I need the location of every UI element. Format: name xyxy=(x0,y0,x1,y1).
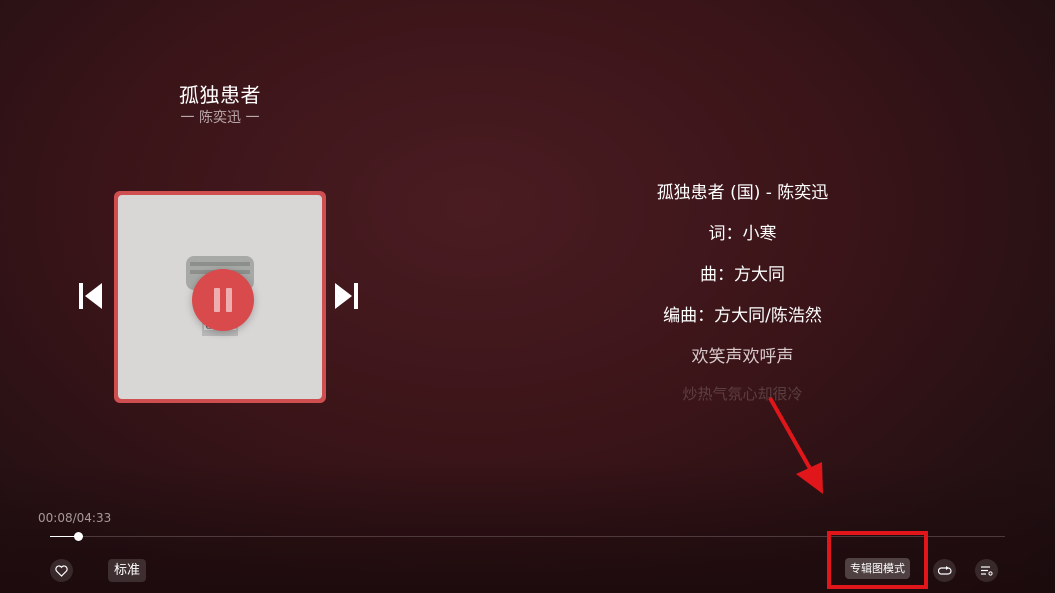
quality-button[interactable]: 标准 xyxy=(108,559,147,582)
lyric-line: 欢笑声欢呼声 xyxy=(691,347,794,367)
skip-next-icon[interactable] xyxy=(333,281,359,311)
album-art-area: CHAN xyxy=(118,195,322,399)
lyrics-panel: 孤独患者 (国) - 陈奕迅 词：小寒 曲：方大同 编曲：方大同/陈浩然 欢笑声… xyxy=(600,178,885,403)
like-button[interactable] xyxy=(50,559,73,582)
loop-mode-button[interactable] xyxy=(933,559,956,582)
lyric-line: 曲：方大同 xyxy=(700,265,785,285)
lyric-line: 编曲：方大同/陈浩然 xyxy=(663,306,822,326)
skip-previous-icon[interactable] xyxy=(78,281,104,311)
song-title: 孤独患者 xyxy=(179,83,261,107)
lyric-line: 炒热气氛心却很冷 xyxy=(682,385,803,403)
lyric-line: 孤独患者 (国) - 陈奕迅 xyxy=(656,183,829,203)
progress-handle[interactable] xyxy=(74,532,83,541)
playlist-icon xyxy=(981,566,993,576)
annotation-highlight-box xyxy=(827,531,928,589)
annotation-arrow xyxy=(768,397,823,494)
playlist-button[interactable] xyxy=(975,559,998,582)
repeat-icon xyxy=(937,565,952,575)
artist-name: 一 陈奕迅 一 xyxy=(180,110,260,126)
pause-button[interactable] xyxy=(192,269,254,331)
album-cover[interactable]: CHAN xyxy=(114,191,326,403)
playback-time: 00:08/04:33 xyxy=(38,511,112,525)
lyric-line: 词：小寒 xyxy=(708,224,777,244)
pause-icon xyxy=(214,288,232,312)
heart-icon xyxy=(55,564,68,577)
